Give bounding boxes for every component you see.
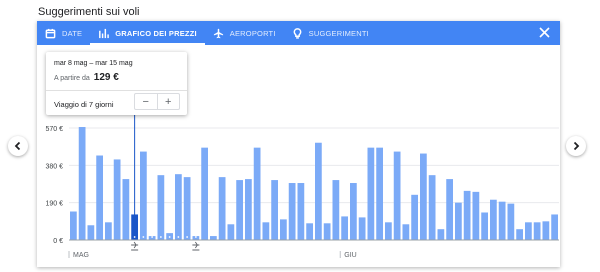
price-bar[interactable] [253, 147, 261, 240]
decrease-trip-button[interactable]: − [135, 94, 158, 109]
y-tick-label: 380 € [45, 163, 63, 170]
price-bar[interactable] [122, 179, 130, 240]
price-bar[interactable] [358, 217, 366, 240]
y-tick-label: 0 € [53, 238, 63, 245]
price-bar[interactable] [201, 147, 208, 240]
price-bar[interactable] [236, 180, 243, 240]
price-bar[interactable] [218, 177, 226, 240]
price-bar[interactable] [551, 214, 558, 240]
price-bar[interactable] [70, 211, 77, 240]
flight-suggestions-card: DATE GRAFICO DEI PREZZI AEROPORTI SUGGER… [37, 21, 560, 267]
next-button[interactable] [566, 136, 586, 156]
price-bar[interactable] [183, 177, 191, 240]
tooltip-price-prefix: A partire da [54, 75, 90, 82]
tooltip-price: 129 € [93, 72, 119, 83]
y-tick-label: 190 € [45, 201, 63, 208]
price-bar[interactable] [463, 190, 471, 240]
month-label: GIU [344, 252, 356, 259]
return-icon [192, 241, 200, 251]
price-bar[interactable] [113, 159, 121, 240]
price-bar[interactable] [376, 147, 383, 240]
price-bar[interactable] [411, 194, 418, 240]
price-bar[interactable] [332, 180, 340, 240]
price-bar[interactable] [402, 224, 410, 240]
price-bar[interactable] [498, 201, 506, 240]
price-bar[interactable] [472, 191, 480, 240]
price-bar[interactable] [446, 179, 453, 240]
price-bar[interactable] [280, 219, 287, 240]
price-bar[interactable] [490, 199, 497, 240]
price-bar[interactable] [525, 222, 532, 240]
price-bar[interactable] [507, 203, 515, 240]
page-heading: Suggerimenti sui voli [38, 6, 140, 18]
trip-day-dot [168, 236, 171, 238]
chevron-right-icon [573, 141, 580, 151]
price-bar[interactable] [428, 175, 436, 240]
tooltip-price-line: A partire da 129 € [54, 72, 119, 83]
trip-day-dot [133, 236, 136, 238]
price-tooltip: mar 8 mag – mar 15 mag A partire da 129 … [46, 52, 187, 115]
trip-length-stepper[interactable]: − + [134, 93, 180, 110]
previous-button[interactable] [8, 136, 28, 156]
price-bar[interactable] [140, 151, 147, 240]
price-bar[interactable] [227, 224, 235, 240]
price-bar[interactable] [455, 202, 462, 240]
price-bar[interactable] [533, 222, 541, 240]
trip-length-label: Viaggio di 7 giorni [54, 100, 114, 109]
increase-trip-button[interactable]: + [158, 94, 180, 109]
price-bar[interactable] [175, 174, 182, 240]
price-bar[interactable] [105, 222, 112, 240]
price-bar[interactable] [245, 179, 252, 240]
trip-day-dot [159, 236, 162, 238]
trip-day-dot [142, 236, 145, 238]
price-bar[interactable] [367, 147, 375, 240]
price-bar[interactable] [350, 183, 357, 240]
price-bar[interactable] [516, 229, 523, 240]
price-bar[interactable] [288, 183, 296, 240]
tooltip-dates: mar 8 mag – mar 15 mag [54, 60, 133, 67]
price-bar[interactable] [262, 222, 270, 240]
price-bar[interactable] [157, 175, 165, 240]
price-bar[interactable] [96, 155, 103, 240]
chevron-left-icon [14, 141, 21, 151]
price-bar[interactable] [297, 183, 305, 240]
price-bar[interactable] [323, 223, 331, 240]
price-bar[interactable] [437, 229, 445, 240]
price-bar[interactable] [306, 223, 313, 240]
trip-day-dot [186, 236, 189, 238]
price-bar[interactable] [78, 127, 86, 240]
month-label: MAG [73, 252, 89, 259]
trip-day-dot [151, 236, 154, 238]
price-bar[interactable] [87, 225, 95, 240]
price-bar[interactable] [315, 142, 322, 240]
price-bar[interactable] [341, 216, 348, 240]
price-bar[interactable] [542, 221, 550, 240]
price-bar[interactable] [271, 180, 278, 240]
price-bar[interactable] [393, 151, 401, 240]
price-bar[interactable] [210, 236, 217, 240]
departure-icon [131, 241, 139, 251]
price-bar[interactable] [385, 222, 392, 240]
trip-day-dot [177, 236, 180, 238]
y-tick-label: 570 € [45, 126, 63, 133]
tooltip-divider [46, 90, 187, 91]
trip-day-dot [194, 236, 197, 238]
price-bar[interactable] [420, 153, 427, 240]
price-bar[interactable] [481, 212, 488, 240]
